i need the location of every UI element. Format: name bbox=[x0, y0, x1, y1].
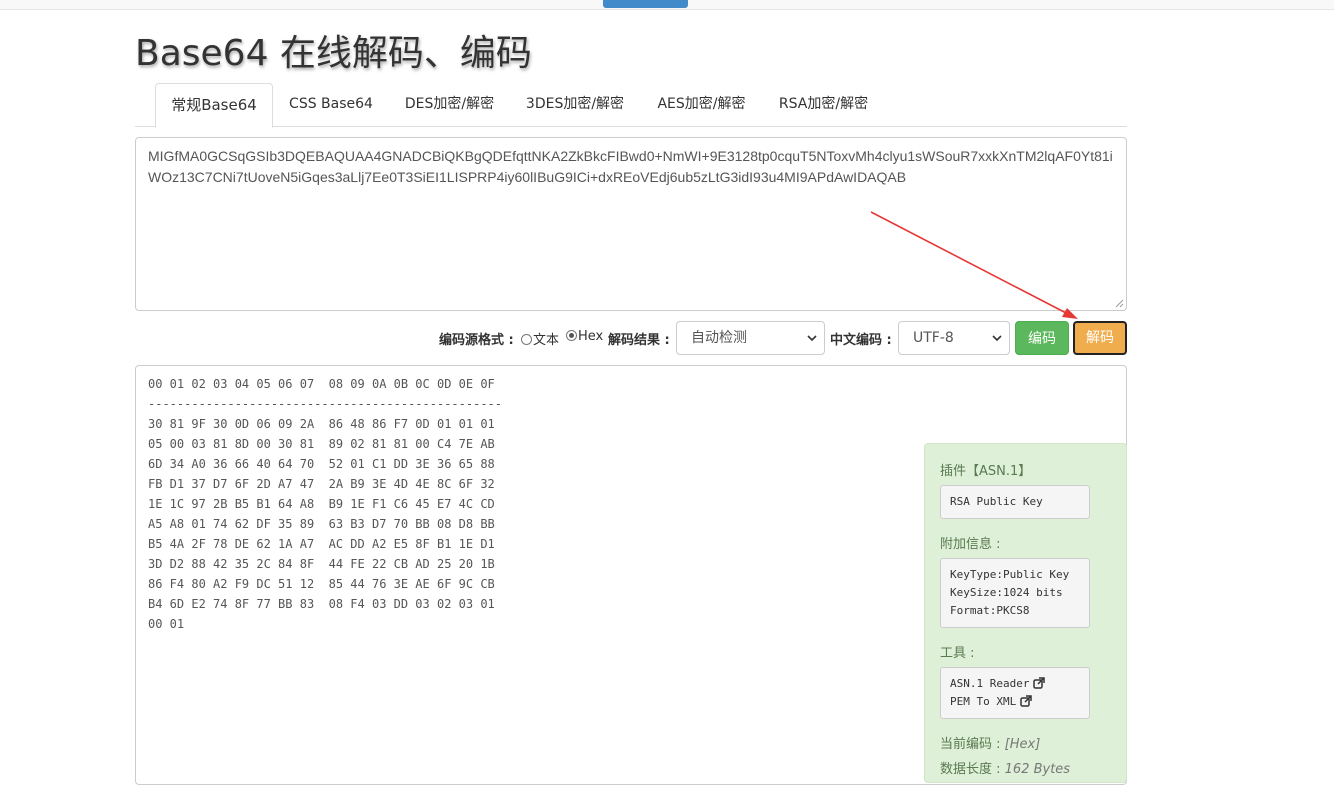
charset-label: 中文编码 : bbox=[830, 333, 892, 348]
plugin-panel: 插件【ASN.1】 RSA Public Key 附加信息 : KeyType:… bbox=[924, 443, 1127, 783]
extra-info-box: KeyType:Public Key KeySize:1024 bits For… bbox=[940, 558, 1090, 628]
navbar-active-tab[interactable] bbox=[603, 0, 688, 8]
result-select[interactable]: 自动检测 bbox=[676, 321, 825, 355]
current-encoding-label: 当前编码 : bbox=[940, 737, 1001, 752]
source-text: MIGfMA0GCSqGSIb3DQEBAQUAA4GNADCBiQKBgQDE… bbox=[148, 148, 1113, 185]
extra-info-label: 附加信息 : bbox=[940, 537, 1001, 552]
data-length-row: 数据长度 : 162 Bytes bbox=[940, 758, 1111, 777]
tool-link-label[interactable]: PEM To XML bbox=[950, 695, 1016, 708]
tab-bar: 常规Base64 CSS Base64 DES加密/解密 3DES加密/解密 A… bbox=[135, 83, 1127, 128]
data-length-value: 162 Bytes bbox=[1004, 762, 1071, 777]
control-row: 编码源格式 : 文本 Hex 解码结果 : 自动检测 中文编码 : UTF-8 … bbox=[0, 321, 1334, 355]
charset-select[interactable]: UTF-8 bbox=[898, 321, 1010, 355]
tools-label: 工具 : bbox=[940, 646, 975, 661]
radio-hex-icon[interactable] bbox=[566, 330, 577, 341]
tools-box: ASN.1 Reader PEM To XML bbox=[940, 667, 1090, 719]
tool-link-label[interactable]: ASN.1 Reader bbox=[950, 677, 1029, 690]
chevron-down-icon bbox=[807, 335, 817, 342]
decode-button[interactable]: 解码 bbox=[1073, 321, 1127, 355]
resize-grip-icon[interactable] bbox=[1114, 298, 1124, 308]
result-select-value: 自动检测 bbox=[691, 330, 747, 346]
tab-3des[interactable]: 3DES加密/解密 bbox=[518, 83, 632, 127]
extra-info-line: KeyType:Public Key bbox=[950, 568, 1070, 581]
radio-text-icon[interactable] bbox=[521, 334, 532, 345]
data-length-label: 数据长度 : bbox=[940, 762, 1001, 777]
radio-hex-label: Hex bbox=[578, 329, 604, 344]
charset-select-value: UTF-8 bbox=[913, 330, 954, 346]
encode-button[interactable]: 编码 bbox=[1015, 321, 1069, 355]
result-label: 解码结果 : bbox=[608, 333, 670, 348]
radio-hex-option[interactable]: Hex bbox=[566, 329, 603, 344]
tab-css-base64[interactable]: CSS Base64 bbox=[281, 83, 381, 127]
source-textarea[interactable]: MIGfMA0GCSqGSIb3DQEBAQUAA4GNADCBiQKBgQDE… bbox=[135, 137, 1127, 311]
radio-text-label: 文本 bbox=[533, 333, 560, 348]
chevron-down-icon bbox=[992, 335, 1002, 342]
page-title: Base64 在线解码、编码 bbox=[135, 33, 532, 74]
radio-text-option[interactable]: 文本 bbox=[521, 329, 559, 348]
external-link-icon[interactable] bbox=[1033, 677, 1046, 689]
extra-info-line: Format:PKCS8 bbox=[950, 604, 1030, 617]
tab-rsa[interactable]: RSA加密/解密 bbox=[771, 83, 876, 127]
tool-link-asn1-reader[interactable]: ASN.1 Reader bbox=[950, 675, 1080, 693]
current-encoding-value: [Hex] bbox=[1004, 737, 1041, 752]
plugin-value: RSA Public Key bbox=[950, 495, 1043, 508]
tab-aes[interactable]: AES加密/解密 bbox=[649, 83, 754, 127]
external-link-icon[interactable] bbox=[1020, 695, 1032, 707]
plugin-value-box: RSA Public Key bbox=[940, 485, 1090, 519]
extra-info-line: KeySize:1024 bits bbox=[950, 586, 1063, 599]
source-format-label: 编码源格式 : bbox=[439, 333, 514, 348]
top-navbar bbox=[0, 0, 1334, 10]
current-encoding-row: 当前编码 : [Hex] bbox=[940, 733, 1111, 752]
plugin-label: 插件【ASN.1】 bbox=[940, 464, 1032, 479]
tab-des[interactable]: DES加密/解密 bbox=[397, 83, 502, 127]
tab-base64[interactable]: 常规Base64 bbox=[155, 83, 273, 128]
tool-link-pem-to-xml[interactable]: PEM To XML bbox=[950, 693, 1080, 711]
